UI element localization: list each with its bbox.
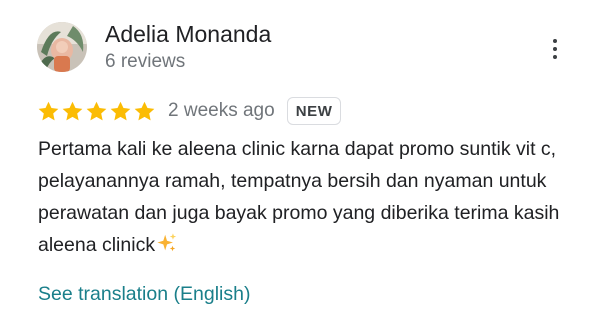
- review-date: 2 weeks ago: [168, 100, 275, 121]
- star-icon: [38, 101, 59, 120]
- star-rating: [37, 100, 156, 123]
- more-vert-icon: [553, 39, 557, 59]
- sparkles-icon: [157, 233, 177, 252]
- star-icon: [86, 101, 107, 120]
- new-badge: NEW: [286, 97, 342, 125]
- star-icon: [110, 101, 131, 120]
- avatar-image: [37, 22, 87, 72]
- review-count[interactable]: 6 reviews: [105, 50, 185, 74]
- reviewer-name[interactable]: Adelia Monanda: [105, 20, 271, 48]
- see-translation-link[interactable]: See translation (English): [38, 281, 250, 307]
- star-icon: [62, 101, 83, 120]
- star-icon: [134, 101, 155, 120]
- review-card: Adelia Monanda 6 reviews 2 weeks ago NEW…: [0, 0, 606, 325]
- more-options-button[interactable]: [541, 33, 569, 65]
- rating-row: 2 weeks ago NEW: [37, 96, 342, 126]
- avatar[interactable]: [37, 22, 87, 72]
- review-text: Pertama kali ke aleena clinic karna dapa…: [38, 138, 560, 256]
- review-text-block: Pertama kali ke aleena clinic karna dapa…: [38, 133, 578, 261]
